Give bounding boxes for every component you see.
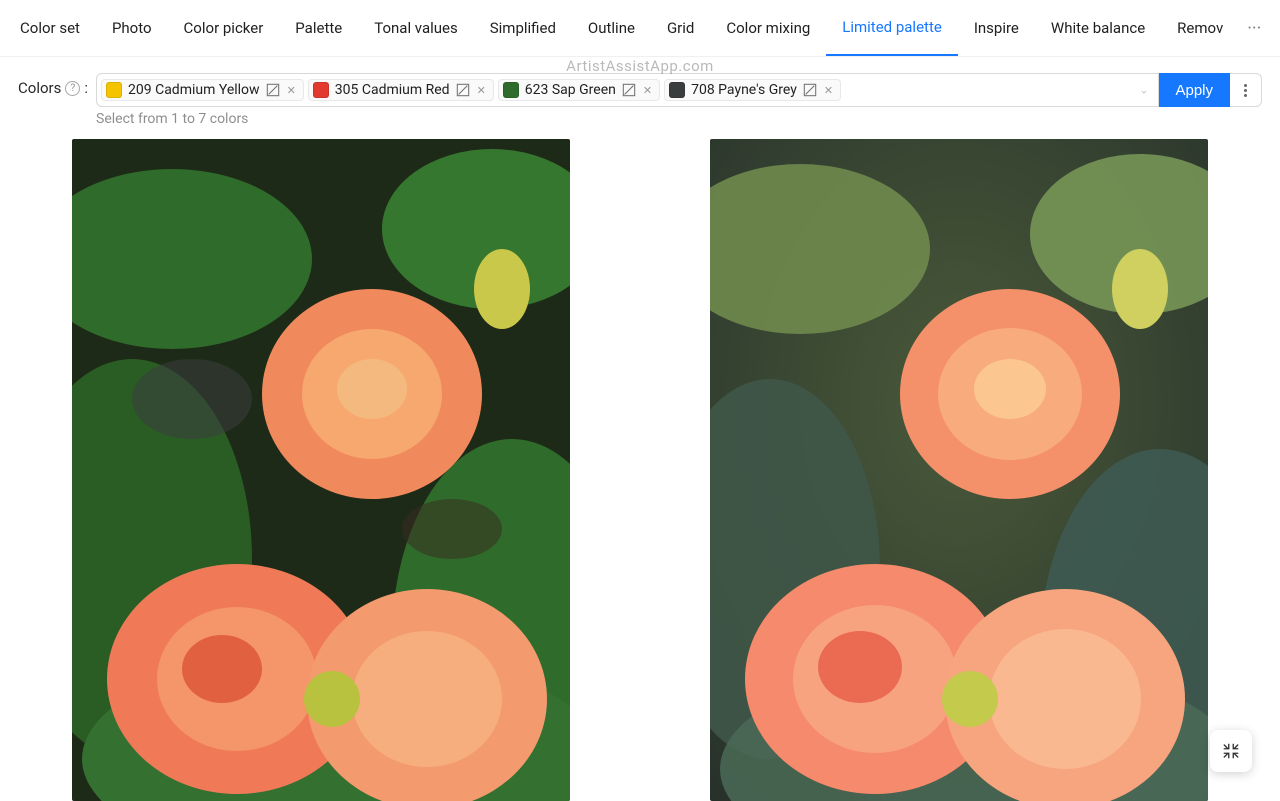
tab-label: Outline (588, 19, 635, 37)
tab-label: Color picker (184, 19, 264, 37)
tab-label: Remov (1177, 19, 1223, 37)
apply-button-label: Apply (1175, 82, 1213, 99)
tab-label: Tonal values (374, 19, 458, 37)
close-icon[interactable]: ✕ (286, 84, 297, 97)
tab-grid[interactable]: Grid (651, 0, 710, 56)
tab-palette[interactable]: Palette (279, 0, 358, 56)
help-icon[interactable]: ? (65, 81, 80, 96)
tab-label: Grid (667, 19, 694, 37)
tab-label: Limited palette (842, 18, 942, 36)
chevron-down-icon[interactable]: ⌄ (1139, 84, 1148, 97)
tabs-overflow-button[interactable]: ··· (1239, 18, 1269, 39)
color-swatch (669, 82, 685, 98)
tabs-bar: Color set Photo Color picker Palette Ton… (0, 0, 1280, 57)
color-tag: 209 Cadmium Yellow ✕ (101, 79, 304, 101)
color-tag: 623 Sap Green ✕ (498, 79, 660, 101)
tab-color-picker[interactable]: Color picker (168, 0, 280, 56)
color-tag-label: 708 Payne's Grey (691, 82, 797, 98)
color-swatch (106, 82, 122, 98)
tab-label: Photo (112, 19, 152, 37)
kebab-icon (1244, 84, 1247, 97)
controls-row: Colors ? : 209 Cadmium Yellow ✕ 305 Cadm (0, 57, 1280, 127)
color-swatch (313, 82, 329, 98)
color-swatch (503, 82, 519, 98)
tab-inspire[interactable]: Inspire (958, 0, 1035, 56)
tab-remove[interactable]: Remov (1161, 0, 1239, 56)
color-tag: 708 Payne's Grey ✕ (664, 79, 841, 101)
color-select-wrap: 209 Cadmium Yellow ✕ 305 Cadmium Red ✕ (96, 73, 1262, 127)
edit-icon[interactable] (622, 83, 636, 97)
tab-limited-palette[interactable]: Limited palette (826, 0, 958, 56)
edit-icon[interactable] (803, 83, 817, 97)
tab-label: Color mixing (726, 19, 810, 37)
color-tag-label: 623 Sap Green (525, 82, 616, 98)
helper-text: Select from 1 to 7 colors (96, 111, 1262, 127)
collapse-icon (1222, 742, 1240, 760)
tab-simplified[interactable]: Simplified (474, 0, 572, 56)
tab-photo[interactable]: Photo (96, 0, 168, 56)
close-icon[interactable]: ✕ (823, 84, 834, 97)
tab-color-set[interactable]: Color set (4, 0, 96, 56)
close-icon[interactable]: ✕ (476, 84, 487, 97)
tab-color-mixing[interactable]: Color mixing (710, 0, 826, 56)
colors-label-text: Colors (18, 79, 61, 97)
original-image (710, 139, 1208, 801)
tab-tonal-values[interactable]: Tonal values (358, 0, 474, 56)
apply-button[interactable]: Apply (1159, 73, 1230, 107)
tab-white-balance[interactable]: White balance (1035, 0, 1161, 56)
processed-image (72, 139, 570, 801)
colors-label: Colors ? : (18, 73, 88, 97)
tab-label: Simplified (490, 19, 556, 37)
color-tag: 305 Cadmium Red ✕ (308, 79, 494, 101)
tab-label: Palette (295, 19, 342, 37)
tab-label: White balance (1051, 19, 1145, 37)
color-multiselect[interactable]: 209 Cadmium Yellow ✕ 305 Cadmium Red ✕ (96, 73, 1159, 107)
colon: : (84, 79, 88, 97)
exit-fullscreen-button[interactable] (1210, 730, 1252, 772)
close-icon[interactable]: ✕ (642, 84, 653, 97)
tab-label: Inspire (974, 19, 1019, 37)
more-options-button[interactable] (1230, 73, 1262, 107)
images-area (0, 127, 1280, 801)
tab-label: Color set (20, 19, 80, 37)
color-tag-label: 305 Cadmium Red (335, 82, 450, 98)
tab-outline[interactable]: Outline (572, 0, 651, 56)
color-select-row: 209 Cadmium Yellow ✕ 305 Cadmium Red ✕ (96, 73, 1262, 107)
color-tag-label: 209 Cadmium Yellow (128, 82, 260, 98)
edit-icon[interactable] (456, 83, 470, 97)
edit-icon[interactable] (266, 83, 280, 97)
